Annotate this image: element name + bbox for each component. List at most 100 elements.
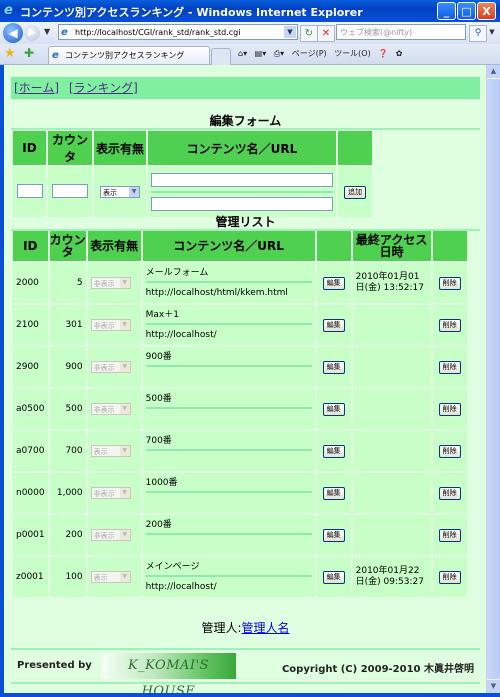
- edit-button[interactable]: 編集: [322, 444, 345, 458]
- recent-pages-dropdown[interactable]: ▼: [44, 27, 50, 36]
- search-options-dropdown[interactable]: ▼: [487, 25, 497, 40]
- admin-name-link[interactable]: 管理人名: [242, 621, 290, 635]
- delete-button[interactable]: 削除: [438, 528, 461, 542]
- home-icon[interactable]: ⌂▾: [238, 49, 247, 58]
- table-row: 2000 5 非表示 ▼ メールフォーム http://localhost/html/kk…: [13, 263, 467, 303]
- content-url-input[interactable]: [151, 197, 333, 211]
- delete-button[interactable]: 削除: [438, 570, 461, 584]
- divider: [145, 491, 312, 493]
- row-display-value: 表示: [93, 448, 108, 456]
- row-display-value: 非表示: [93, 490, 115, 498]
- row-content: 700番: [142, 431, 315, 471]
- minimize-button[interactable]: _: [437, 2, 456, 20]
- add-favorites-icon[interactable]: ✚: [24, 46, 34, 60]
- search-input[interactable]: ウェブ検索(@nifty): [336, 24, 466, 40]
- delete-button[interactable]: 削除: [438, 402, 461, 416]
- delete-button[interactable]: 削除: [438, 444, 461, 458]
- delete-button[interactable]: 削除: [438, 486, 461, 500]
- help-icon[interactable]: ❓: [378, 49, 388, 58]
- scroll-up-icon[interactable]: ▲: [487, 65, 500, 78]
- row-id: 2100: [13, 305, 48, 345]
- edit-button[interactable]: 編集: [322, 528, 345, 542]
- edit-button[interactable]: 編集: [322, 486, 345, 500]
- command-bar: ⌂▾ ▤▾ ⎙▾ ページ(P) ツール(O) ❓ ✿: [238, 48, 408, 59]
- row-last-access: [352, 515, 431, 555]
- edit-button[interactable]: 編集: [322, 360, 345, 374]
- row-content: メールフォーム http://localhost/html/kkem.html: [142, 263, 315, 303]
- tab-active[interactable]: e コンテンツ別アクセスランキング: [48, 46, 210, 64]
- divider: [145, 281, 312, 283]
- chevron-down-icon: ▼: [119, 278, 130, 288]
- row-content-name: 200番: [145, 520, 172, 530]
- chevron-down-icon: ▼: [119, 530, 130, 540]
- table-row: a0500 500 非表示 ▼ 500番 編集 削除: [13, 389, 467, 429]
- page-icon: e: [52, 50, 59, 61]
- row-display-value: 非表示: [93, 406, 115, 414]
- admin-line: 管理人:管理人名: [11, 619, 480, 636]
- divider: [151, 191, 333, 193]
- address-bar[interactable]: e http://localhost/CGI/rank_std/rank_std…: [58, 24, 298, 40]
- id-input[interactable]: [16, 184, 43, 198]
- row-display-value: 非表示: [93, 280, 115, 288]
- row-last-access: [352, 431, 431, 471]
- scroll-down-icon[interactable]: ▼: [487, 680, 500, 693]
- row-content-url: [146, 496, 312, 510]
- row-display-select: 非表示 ▼: [90, 319, 131, 331]
- row-last-access: 2010年01月01日(金) 13:52:17: [352, 263, 431, 303]
- favorites-star-icon[interactable]: ★: [4, 46, 16, 61]
- counter-input[interactable]: [52, 184, 88, 198]
- addon-icon[interactable]: ✿: [396, 49, 403, 58]
- search-icon[interactable]: ⚲: [469, 25, 487, 42]
- browser-window: e コンテンツ別アクセスランキング - Windows Internet Exp…: [0, 0, 500, 697]
- page-menu[interactable]: ページ(P): [292, 49, 327, 58]
- chevron-down-icon: ▼: [129, 187, 139, 197]
- header-id: ID: [13, 231, 48, 261]
- address-dropdown-icon[interactable]: ▼: [284, 26, 296, 38]
- print-icon[interactable]: ⎙▾: [274, 49, 284, 58]
- tools-menu[interactable]: ツール(O): [334, 49, 371, 58]
- refresh-button[interactable]: ↻: [300, 25, 318, 42]
- row-content: Max＋1 http://localhost/: [142, 305, 315, 345]
- divider: [145, 365, 312, 367]
- delete-button[interactable]: 削除: [438, 360, 461, 374]
- back-button[interactable]: ◀: [3, 23, 23, 43]
- row-content-name: 900番: [145, 352, 172, 362]
- scrollbar-thumb[interactable]: [487, 79, 500, 679]
- row-content: 500番: [142, 389, 315, 429]
- edit-button[interactable]: 編集: [322, 570, 345, 584]
- navigation-bar: ◀ ▶ ▼ e http://localhost/CGI/rank_std/ra…: [0, 22, 500, 44]
- stop-button[interactable]: ✕: [317, 25, 335, 42]
- edit-button[interactable]: 編集: [322, 276, 345, 290]
- vertical-scrollbar[interactable]: ▲ ▼: [486, 65, 500, 693]
- row-display-select: 表示 ▼: [90, 445, 131, 457]
- delete-button[interactable]: 削除: [438, 318, 461, 332]
- header-last-access: 最終アクセス日時: [352, 231, 431, 261]
- display-select[interactable]: 表示 ▼: [100, 186, 140, 198]
- new-tab-button[interactable]: [211, 48, 231, 65]
- header-content: コンテンツ名／URL: [142, 231, 315, 261]
- page-content: [ホーム] [ランキング] 編集フォーム ID カウンタ 表示有無 コンテンツ名…: [4, 65, 486, 693]
- copyright: Copyright (C) 2009-2010 木眞井啓明: [281, 664, 474, 675]
- edit-button[interactable]: 編集: [322, 318, 345, 332]
- top-navigation: [ホーム] [ランキング]: [11, 77, 480, 99]
- edit-button[interactable]: 編集: [322, 402, 345, 416]
- close-button[interactable]: X: [477, 2, 496, 20]
- row-display-select: 非表示 ▼: [90, 529, 131, 541]
- maximize-button[interactable]: □: [457, 2, 476, 20]
- add-button[interactable]: 追加: [344, 185, 366, 199]
- row-id: 2000: [13, 263, 48, 303]
- row-content-url: [146, 412, 312, 426]
- row-id: a0700: [13, 431, 48, 471]
- row-display-value: 非表示: [93, 364, 115, 372]
- forward-button[interactable]: ▶: [24, 25, 40, 41]
- site-logo[interactable]: K_KOMAI'S HOUSE: [101, 653, 236, 693]
- content-name-input[interactable]: [151, 173, 333, 187]
- chevron-down-icon: ▼: [119, 404, 130, 414]
- presented-by: Presented by: [17, 660, 92, 671]
- feeds-icon[interactable]: ▤▾: [255, 49, 267, 58]
- row-id: n0000: [13, 473, 48, 513]
- delete-button[interactable]: 削除: [438, 276, 461, 290]
- home-link[interactable]: [ホーム]: [14, 81, 59, 95]
- header-action: [338, 131, 372, 165]
- ranking-link[interactable]: [ランキング]: [69, 81, 138, 95]
